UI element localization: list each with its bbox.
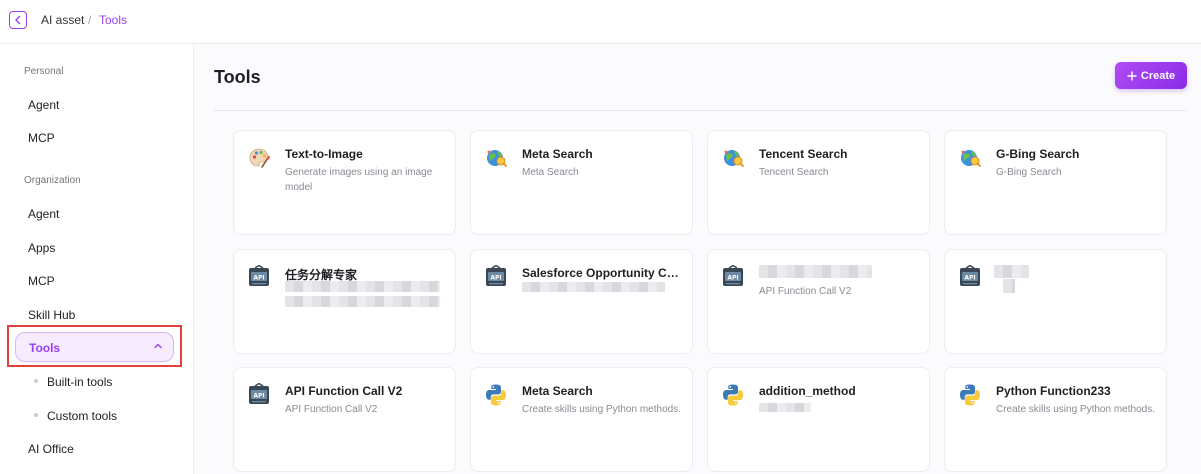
tool-card-title: Meta Search xyxy=(522,147,593,161)
tool-card-desc: Tencent Search xyxy=(759,167,829,178)
sidebar-item-ai-office[interactable]: AI Office xyxy=(28,442,74,456)
page-title: Tools xyxy=(214,67,261,87)
redacted-title xyxy=(994,265,1029,278)
redacted-description xyxy=(522,282,665,292)
sidebar: Personal Agent MCP Organization Agent Ap… xyxy=(0,44,194,474)
tool-card-api-function-call-v2[interactable]: API Function Call V2 API Function Call V… xyxy=(233,367,456,472)
breadcrumb-separator: / xyxy=(88,13,92,27)
chevron-up-icon xyxy=(154,343,162,349)
tool-card-title: Python Function233 xyxy=(996,384,1111,398)
sidebar-item-custom-tools[interactable]: Custom tools xyxy=(47,409,117,423)
tool-card-desc: API Function Call V2 xyxy=(285,404,378,415)
breadcrumb-ai-asset[interactable]: AI asset xyxy=(41,13,84,27)
sidebar-item-org-agent[interactable]: Agent xyxy=(28,207,59,221)
tool-card-title: addition_method xyxy=(759,384,856,398)
tool-card-title: API Function Call V2 xyxy=(285,384,403,398)
tool-card-text-to-image[interactable]: Text-to-Image Generate images using an i… xyxy=(233,130,456,235)
python-icon xyxy=(484,383,508,407)
tool-card-desc: Create skills using Python methods. xyxy=(522,404,681,415)
globe-search-icon xyxy=(721,146,745,170)
tool-card-redacted-api-2[interactable] xyxy=(944,249,1167,354)
tool-card-addition-method[interactable]: addition_method xyxy=(707,367,930,472)
tool-card-title: G-Bing Search xyxy=(996,147,1080,161)
tool-card-title: Tencent Search xyxy=(759,147,848,161)
create-button[interactable]: Create xyxy=(1115,62,1187,89)
api-icon xyxy=(958,265,982,289)
globe-search-icon xyxy=(958,146,982,170)
tool-card-desc: Meta Search xyxy=(522,167,579,178)
tool-card-salesforce[interactable]: Salesforce Opportunity Creati... xyxy=(470,249,693,354)
sidebar-item-skill-hub[interactable]: Skill Hub xyxy=(28,308,75,322)
redacted-description xyxy=(1003,279,1015,293)
sidebar-item-org-mcp[interactable]: MCP xyxy=(28,274,55,288)
back-button[interactable] xyxy=(9,11,27,29)
tool-card-tencent-search[interactable]: Tencent Search Tencent Search xyxy=(707,130,930,235)
tool-card-desc: G-Bing Search xyxy=(996,167,1062,178)
api-icon xyxy=(484,265,508,289)
tool-card-meta-search[interactable]: Meta Search Meta Search xyxy=(470,130,693,235)
globe-search-icon xyxy=(484,146,508,170)
sidebar-item-built-in-tools[interactable]: Built-in tools xyxy=(47,375,112,389)
sidebar-item-tools-label: Tools xyxy=(29,341,61,355)
palette-icon xyxy=(247,146,271,170)
tool-card-title: Salesforce Opportunity Creati... xyxy=(522,266,682,280)
redacted-title xyxy=(759,265,872,278)
python-icon xyxy=(958,383,982,407)
tool-card-redacted-api[interactable]: API Function Call V2 xyxy=(707,249,930,354)
section-label-organization: Organization xyxy=(24,175,81,186)
chevron-left-icon xyxy=(15,15,21,25)
create-button-label: Create xyxy=(1140,69,1176,82)
redacted-description xyxy=(285,296,440,307)
tool-card-desc: Create skills using Python methods. xyxy=(996,404,1155,415)
section-label-personal: Personal xyxy=(24,66,64,77)
sub-item-dot xyxy=(34,413,38,417)
sub-item-dot xyxy=(34,379,38,383)
api-icon xyxy=(247,383,271,407)
tool-card-python-function233[interactable]: Python Function233 Create skills using P… xyxy=(944,367,1167,472)
header-divider xyxy=(214,110,1187,111)
api-icon xyxy=(247,265,271,289)
breadcrumb-tools: Tools xyxy=(99,13,128,27)
api-icon xyxy=(721,265,745,289)
sidebar-item-personal-mcp[interactable]: MCP xyxy=(28,131,55,145)
redacted-description xyxy=(759,403,811,412)
redacted-description xyxy=(285,281,440,292)
tool-card-task-decomposition[interactable]: 任务分解专家 xyxy=(233,249,456,354)
sidebar-item-apps[interactable]: Apps xyxy=(28,241,55,255)
tool-card-desc: Generate images using an image model xyxy=(285,167,433,193)
sidebar-item-tools[interactable]: Tools xyxy=(15,332,174,362)
tool-card-title: Meta Search xyxy=(522,384,593,398)
tool-card-desc: API Function Call V2 xyxy=(759,286,852,297)
tool-card-g-bing-search[interactable]: G-Bing Search G-Bing Search xyxy=(944,130,1167,235)
top-bar: AI asset / Tools xyxy=(0,0,1201,44)
python-icon xyxy=(721,383,745,407)
tool-card-python-meta-search[interactable]: Meta Search Create skills using Python m… xyxy=(470,367,693,472)
plus-icon xyxy=(1127,70,1137,81)
tool-card-title: Text-to-Image xyxy=(285,147,363,161)
sidebar-item-personal-agent[interactable]: Agent xyxy=(28,98,59,112)
